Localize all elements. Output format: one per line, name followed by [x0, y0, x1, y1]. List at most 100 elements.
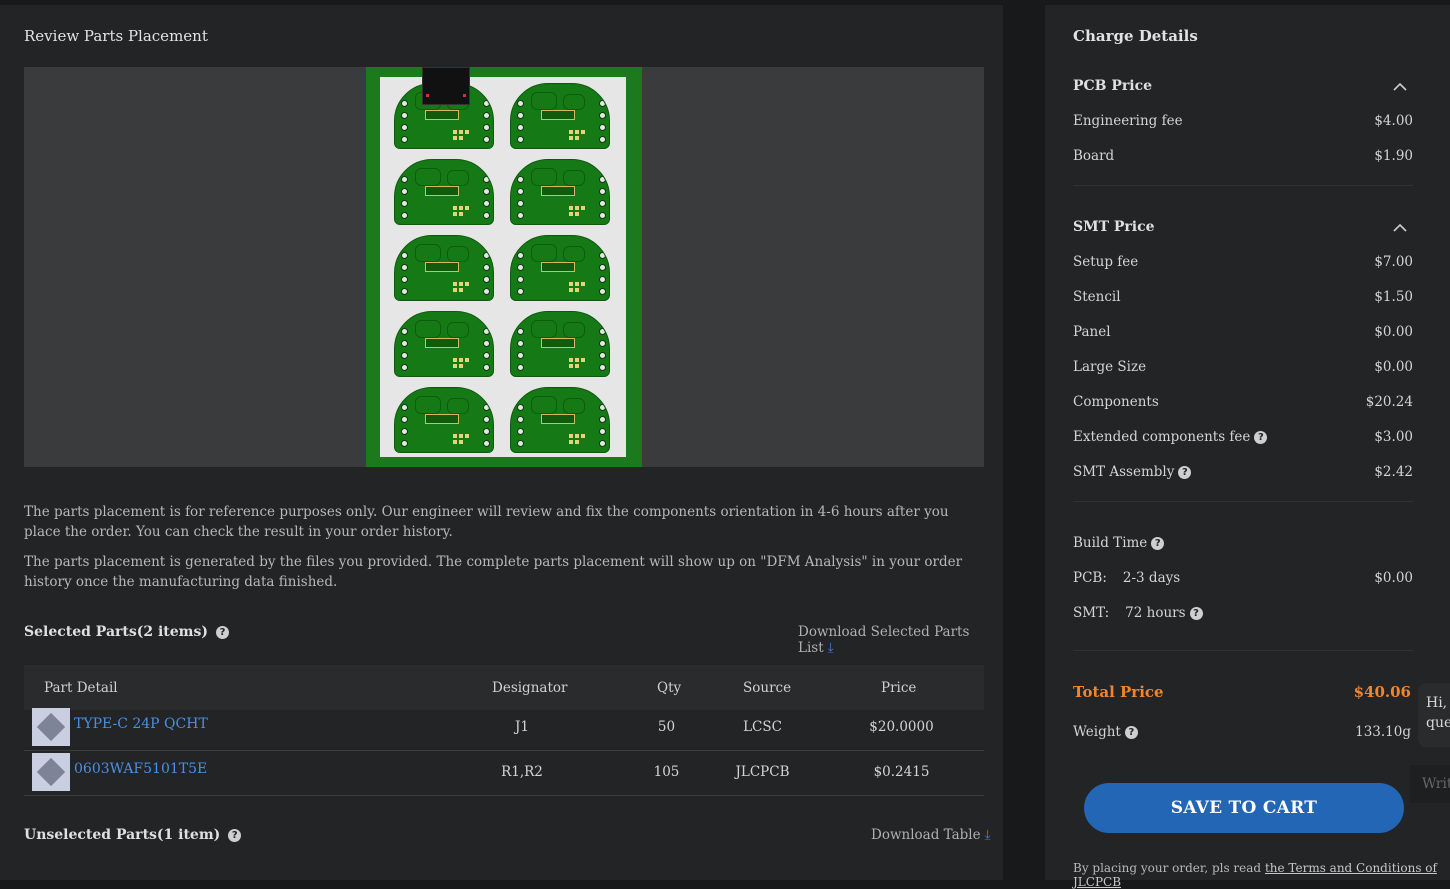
help-icon[interactable]: ?: [216, 625, 230, 639]
line-setup-fee: Setup fee $7.00: [1073, 254, 1413, 270]
download-icon: ⤓: [984, 827, 991, 843]
chat-input[interactable]: Writ: [1410, 765, 1450, 803]
help-icon[interactable]: ?: [1151, 537, 1165, 550]
usb-connector-part: [422, 67, 470, 105]
smt-time-label: SMT:: [1073, 605, 1110, 621]
col-source: Source: [743, 680, 792, 696]
page-title: Review Parts Placement: [24, 27, 208, 45]
pcb-unit: [510, 235, 610, 301]
source-cell: JLCPCB: [735, 764, 790, 780]
line-value: $20.24: [1365, 394, 1413, 410]
total-price-value: $40.06: [1353, 683, 1411, 701]
total-price-row: Total Price $40.06: [1073, 683, 1443, 701]
terms-prefix: By placing your order, pls read: [1073, 861, 1265, 875]
help-icon[interactable]: ?: [228, 828, 242, 842]
line-engineering-fee: Engineering fee $4.00: [1073, 113, 1413, 129]
download-selected-parts-link[interactable]: Download Selected Parts List ⤓: [798, 624, 1003, 656]
save-to-cart-button[interactable]: SAVE TO CART: [1084, 783, 1404, 833]
left-content: Review Parts Placement The parts placeme…: [0, 5, 1003, 880]
designator-cell: J1: [514, 719, 529, 735]
line-components: Components $20.24: [1073, 394, 1413, 410]
chevron-up-icon[interactable]: [1393, 80, 1407, 94]
line-label: Panel: [1073, 324, 1111, 340]
placement-note-1: The parts placement is for reference pur…: [24, 504, 949, 540]
pcb-unit: [510, 311, 610, 377]
charge-details-title: Charge Details: [1073, 27, 1198, 45]
unselected-parts-heading: Unselected Parts(1 item)?: [24, 827, 242, 843]
part-name-link[interactable]: TYPE-C 24P QCHT: [74, 716, 208, 732]
line-label: Stencil: [1073, 289, 1121, 305]
pcb-price-heading: PCB Price: [1073, 78, 1153, 94]
line-label: Components: [1073, 394, 1159, 410]
chevron-up-icon[interactable]: [1393, 221, 1407, 235]
download-table-label: Download Table: [871, 827, 981, 843]
placement-note-2: The parts placement is generated by the …: [24, 554, 963, 590]
pcb-unit: [510, 83, 610, 149]
line-extended-components-fee: Extended components fee? $3.00: [1073, 429, 1413, 445]
line-value: $1.50: [1374, 289, 1413, 305]
pcb-preview[interactable]: [24, 67, 984, 467]
weight-label: Weight: [1073, 724, 1121, 740]
pcb-time-label: PCB:: [1073, 570, 1107, 586]
pcb-unit: [510, 387, 610, 453]
chat-greeting-line1: Hi, I: [1426, 695, 1450, 711]
selected-parts-table-header: Part Detail Designator Qty Source Price: [24, 665, 984, 710]
table-row: TYPE-C 24P QCHT J1 50 LCSC $20.0000: [24, 705, 984, 751]
col-part-detail: Part Detail: [44, 680, 118, 696]
help-icon[interactable]: ?: [1189, 607, 1203, 620]
line-value: $1.90: [1374, 148, 1413, 164]
chat-greeting-bubble: Hi, I que: [1418, 683, 1450, 747]
part-name-link[interactable]: 0603WAF5101T5E: [74, 761, 207, 777]
col-designator: Designator: [492, 680, 568, 696]
weight-row: Weight? 133.10g: [1073, 724, 1443, 740]
part-thumbnail: [32, 753, 70, 791]
pcb-panel-board: [366, 67, 642, 467]
build-time-smt: SMT: 72 hours?: [1073, 605, 1413, 621]
help-icon[interactable]: ?: [1254, 431, 1268, 444]
right-content: Charge Details PCB Price Engineering fee…: [1045, 5, 1450, 880]
divider: [1073, 650, 1413, 651]
line-label: Extended components fee: [1073, 429, 1251, 445]
line-label: SMT Assembly: [1073, 464, 1175, 480]
panel-frame: [380, 77, 626, 457]
col-price: Price: [881, 680, 917, 696]
chat-greeting-line2: que: [1426, 715, 1450, 731]
pcb-time-value: 2-3 days: [1122, 570, 1181, 586]
download-selected-label: Download Selected Parts List: [798, 624, 970, 656]
source-cell: LCSC: [743, 719, 782, 735]
pcb-unit: [394, 311, 494, 377]
line-label: Setup fee: [1073, 254, 1139, 270]
pcb-unit: [510, 159, 610, 225]
help-icon[interactable]: ?: [1124, 726, 1138, 739]
download-icon: ⤓: [827, 640, 834, 656]
designator-cell: R1,R2: [501, 764, 543, 780]
line-smt-assembly: SMT Assembly? $2.42: [1073, 464, 1413, 480]
weight-value: 133.10g: [1355, 724, 1411, 740]
terms-notice: By placing your order, pls read the Term…: [1073, 861, 1450, 889]
pcb-unit: [394, 235, 494, 301]
line-label: Board: [1073, 148, 1115, 164]
pcb-unit: [394, 387, 494, 453]
qty-cell: 50: [657, 719, 676, 735]
price-cell: $0.2415: [873, 764, 930, 780]
line-panel: Panel $0.00: [1073, 324, 1413, 340]
line-stencil: Stencil $1.50: [1073, 289, 1413, 305]
line-board: Board $1.90: [1073, 148, 1413, 164]
col-qty: Qty: [657, 680, 682, 696]
build-time-heading: Build Time?: [1073, 535, 1413, 551]
divider: [1073, 501, 1413, 502]
line-value: $2.42: [1374, 464, 1413, 480]
line-large-size: Large Size $0.00: [1073, 359, 1413, 375]
line-value: $0.00: [1374, 359, 1413, 375]
selected-parts-heading: Selected Parts(2 items)?: [24, 624, 230, 640]
smt-time-value: 72 hours: [1125, 605, 1186, 621]
download-table-link[interactable]: Download Table ⤓: [871, 827, 991, 843]
line-value: $3.00: [1374, 429, 1413, 445]
selected-parts-title: Selected Parts(2 items): [24, 624, 209, 640]
qty-cell: 105: [653, 764, 680, 780]
line-value: $0.00: [1374, 324, 1413, 340]
unselected-parts-title: Unselected Parts(1 item): [24, 827, 221, 843]
line-label: Large Size: [1073, 359, 1147, 375]
help-icon[interactable]: ?: [1178, 466, 1192, 479]
part-thumbnail: [32, 708, 70, 746]
